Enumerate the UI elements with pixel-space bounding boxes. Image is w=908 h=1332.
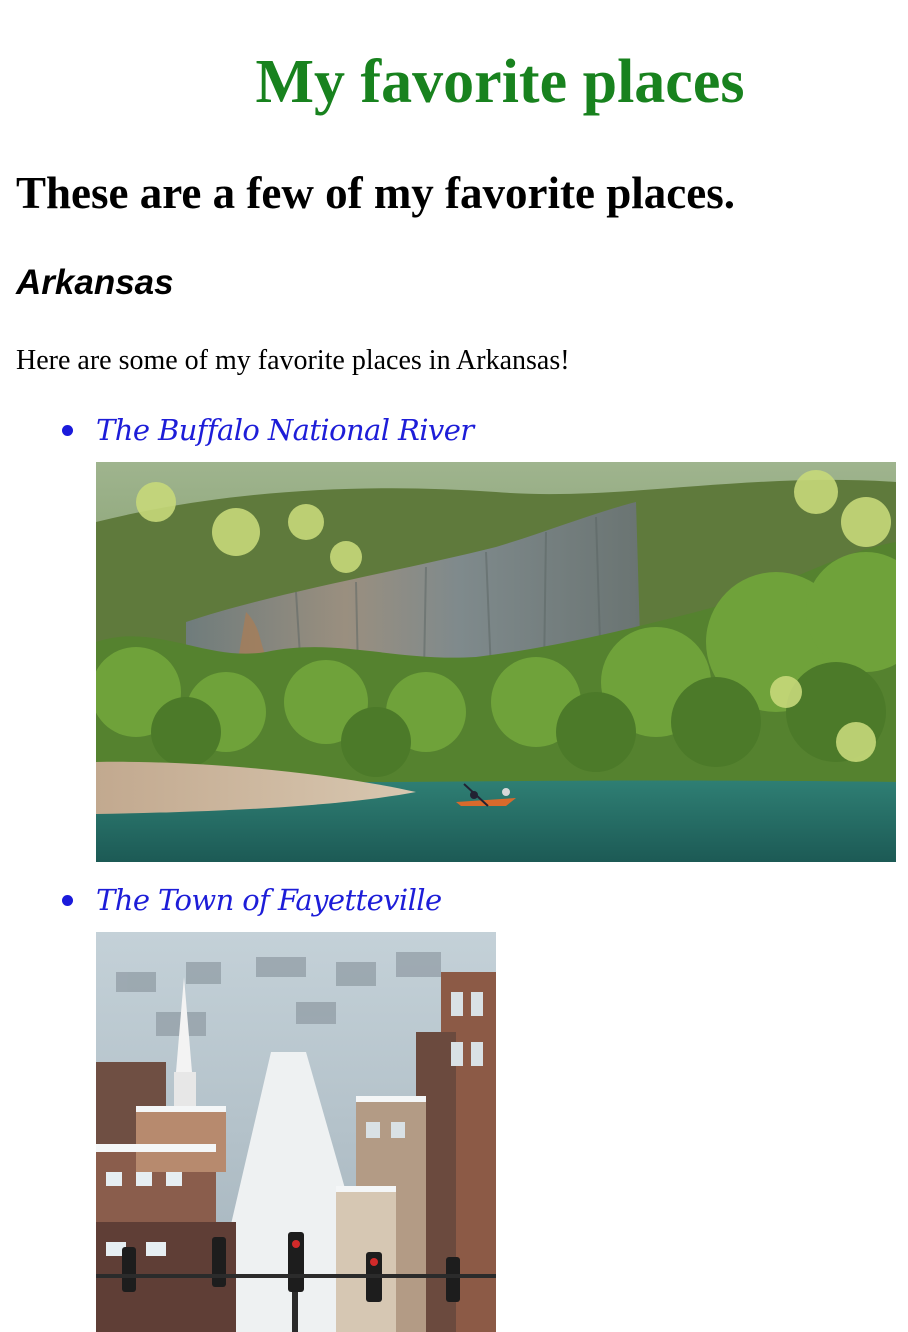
intro-paragraph: Here are some of my favorite places in A… bbox=[16, 345, 570, 376]
place-link-fayetteville[interactable]: The Town of Fayetteville bbox=[96, 882, 442, 918]
section-heading-arkansas: Arkansas bbox=[16, 263, 174, 302]
buffalo-river-photo[interactable] bbox=[96, 462, 896, 862]
page-title: My favorite places bbox=[255, 48, 745, 116]
page-subtitle: These are a few of my favorite places. bbox=[16, 168, 735, 218]
fayetteville-photo[interactable] bbox=[96, 932, 496, 1332]
list-bullet bbox=[62, 895, 73, 906]
place-link-buffalo-river[interactable]: The Buffalo National River bbox=[96, 412, 474, 448]
list-bullet bbox=[62, 425, 73, 436]
